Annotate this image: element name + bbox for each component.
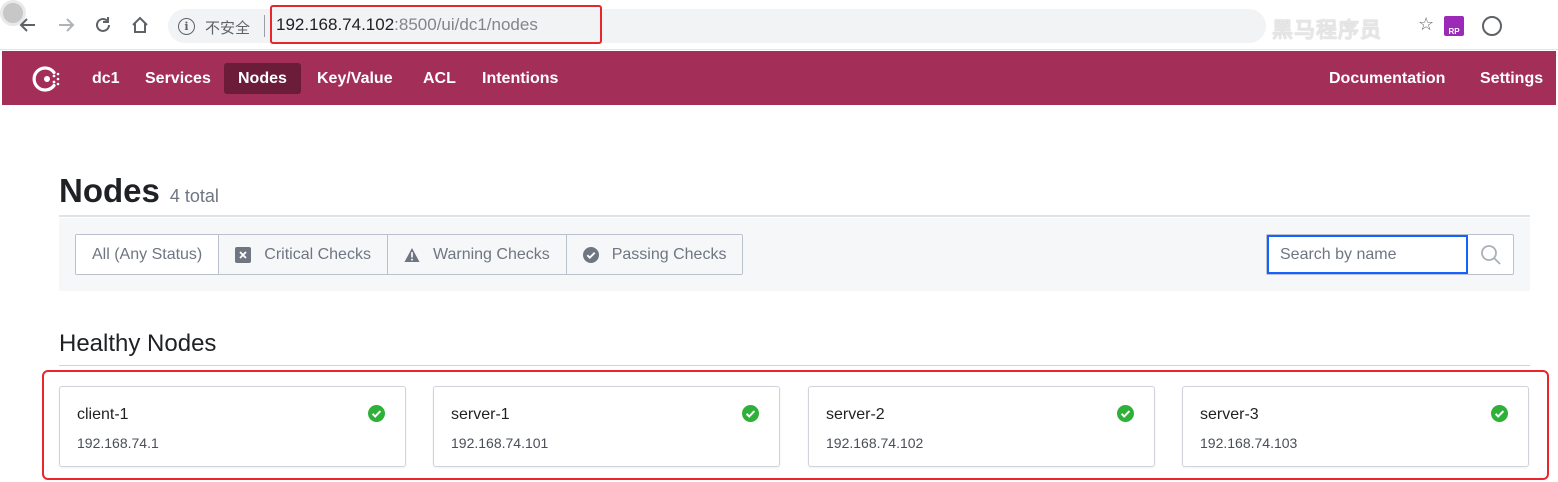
passing-icon (582, 246, 599, 263)
nav-intentions[interactable]: Intentions (468, 63, 572, 94)
status-filter-group: All (Any Status) Critical Checks Warning… (75, 234, 744, 275)
search-icon (1480, 244, 1501, 265)
nav-documentation[interactable]: Documentation (1315, 63, 1459, 94)
filter-all-label: All (Any Status) (92, 245, 203, 263)
search-button[interactable] (1468, 235, 1513, 274)
warning-icon (404, 247, 420, 263)
critical-icon (235, 246, 252, 263)
search-box (1266, 234, 1514, 275)
page-title: Nodes 4 total (59, 172, 219, 210)
url-separator (264, 15, 265, 37)
nav-services[interactable]: Services (131, 63, 225, 94)
nav-nodes[interactable]: Nodes (224, 63, 301, 94)
watermark: 黑马程序员 (1272, 19, 1382, 42)
url-highlight-box (270, 5, 602, 44)
filter-warning[interactable]: Warning Checks (386, 235, 566, 274)
bookmark-star-icon[interactable]: ☆ (1418, 14, 1438, 34)
extension-icon[interactable] (1482, 16, 1502, 36)
back-icon[interactable] (16, 13, 40, 37)
security-label: 不安全 (205, 20, 251, 37)
section-divider (59, 365, 1530, 366)
nodes-highlight-box (42, 370, 1549, 480)
browser-toolbar: i 不安全 192.168.74.102:8500/ui/dc1/nodes 黑… (0, 0, 1558, 50)
filter-critical[interactable]: Critical Checks (218, 235, 387, 274)
filter-passing[interactable]: Passing Checks (565, 235, 743, 274)
consul-logo-icon[interactable] (32, 63, 64, 95)
filter-all[interactable]: All (Any Status) (76, 235, 219, 274)
reload-icon[interactable] (91, 13, 115, 37)
filter-warning-label: Warning Checks (432, 245, 550, 263)
app-navbar: dc1 Services Nodes Key/Value ACL Intenti… (2, 51, 1556, 105)
info-icon[interactable]: i (178, 18, 195, 35)
filter-passing-label: Passing Checks (611, 245, 727, 263)
datacenter-selector[interactable]: dc1 (78, 63, 134, 94)
nav-settings[interactable]: Settings (1466, 63, 1557, 94)
home-icon[interactable] (128, 13, 152, 37)
node-count: 4 total (169, 186, 219, 206)
extension-rp-icon[interactable]: RP (1444, 16, 1464, 36)
search-input[interactable] (1267, 235, 1468, 274)
title-divider (59, 215, 1530, 217)
nav-key-value[interactable]: Key/Value (303, 63, 407, 94)
filter-critical-label: Critical Checks (264, 245, 371, 263)
section-title-healthy: Healthy Nodes (59, 330, 217, 357)
page-heading: Nodes (59, 172, 160, 209)
nav-acl[interactable]: ACL (409, 63, 470, 94)
forward-icon[interactable] (54, 13, 78, 37)
